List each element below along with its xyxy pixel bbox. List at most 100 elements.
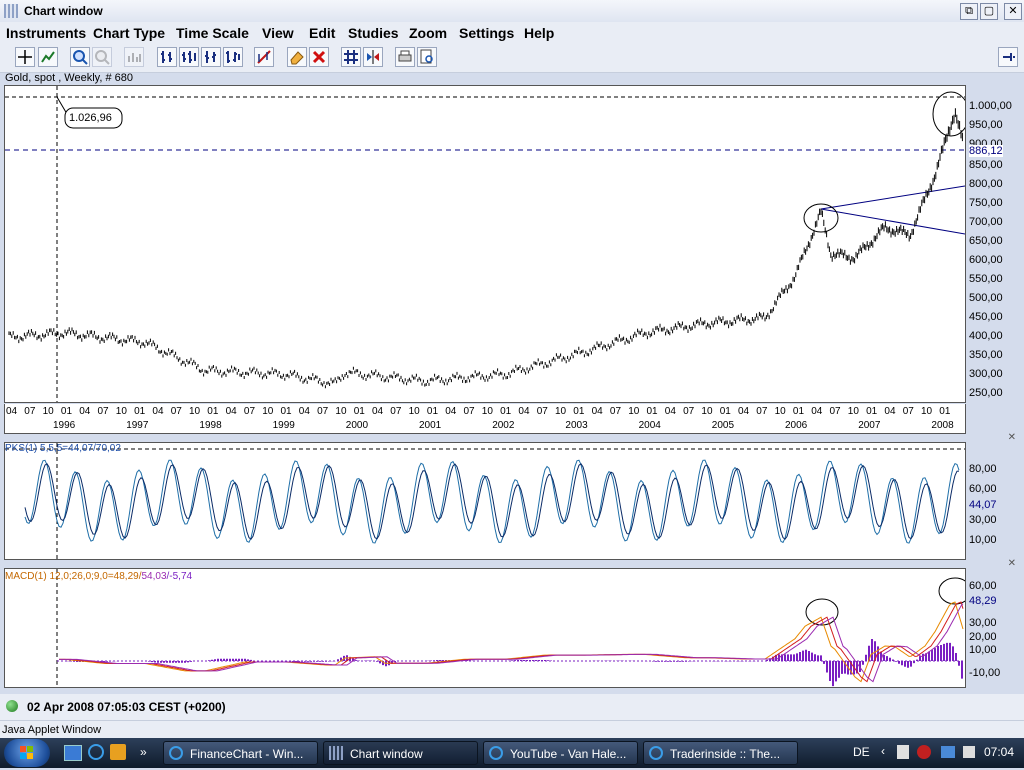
task-label: YouTube - Van Hale...: [510, 747, 627, 761]
close-icon[interactable]: ✕: [1004, 3, 1022, 20]
task-traderinside[interactable]: Traderinside :: The...: [643, 741, 798, 765]
x-month-tick: 04: [79, 406, 91, 417]
x-year-label: 2005: [711, 420, 735, 431]
price-panel[interactable]: 1.026,96: [4, 85, 966, 403]
x-month-tick: 04: [518, 406, 530, 417]
x-month-tick: 10: [262, 406, 274, 417]
x-month-tick: 10: [481, 406, 493, 417]
task-youtube[interactable]: YouTube - Van Hale...: [483, 741, 638, 765]
quicklaunch-more-icon[interactable]: »: [140, 745, 147, 759]
x-month-tick: 07: [24, 406, 36, 417]
ohlc-bars-3-icon[interactable]: [201, 47, 221, 67]
volume-tray-icon[interactable]: [963, 746, 975, 758]
price-y-tick: 550,00: [969, 273, 1003, 285]
crosshair-icon[interactable]: [15, 47, 35, 67]
x-month-tick: 01: [426, 406, 439, 417]
zoom-out-icon[interactable]: [92, 47, 112, 67]
macd-legend-main: MACD(1) 12,0;26,0;9,0=48,29/: [5, 571, 142, 582]
network-tray-icon[interactable]: [941, 746, 955, 758]
price-y-tick: 800,00: [969, 178, 1003, 190]
zoom-in-icon[interactable]: [70, 47, 90, 67]
menu-view[interactable]: View: [262, 25, 294, 41]
print-preview-icon[interactable]: [417, 47, 437, 67]
chart-tool-icon[interactable]: [38, 47, 58, 67]
x-month-tick: 04: [738, 406, 750, 417]
x-year-label: 1999: [272, 420, 295, 431]
eraser-icon[interactable]: [287, 47, 307, 67]
price-chart[interactable]: [5, 86, 965, 402]
start-button[interactable]: [4, 739, 50, 767]
flip-icon[interactable]: [363, 47, 383, 67]
x-month-tick: 04: [372, 406, 384, 417]
panel-divider[interactable]: ✕: [0, 432, 1024, 443]
task-label: Traderinside :: The...: [670, 747, 781, 761]
ohlc-bars-2-icon[interactable]: [179, 47, 199, 67]
ohlc-bars-4-icon[interactable]: [223, 47, 243, 67]
menu-settings[interactable]: Settings: [459, 25, 514, 41]
security-tray-icon[interactable]: [917, 745, 931, 759]
pks-panel[interactable]: PKS(1) 5,5,5=44,07/70,02: [4, 442, 966, 560]
price-y-tick: 250,00: [969, 387, 1003, 399]
price-y-tick: 350,00: [969, 349, 1003, 361]
pks-fast-line: [24, 459, 960, 544]
show-desktop-icon[interactable]: [64, 745, 82, 761]
menu-time-scale[interactable]: Time Scale: [176, 25, 249, 41]
maximize-icon[interactable]: ▢: [980, 3, 998, 20]
x-month-tick: 01: [207, 406, 219, 417]
clock[interactable]: 07:04: [984, 745, 1014, 759]
macd-annotation-circle: [938, 577, 965, 605]
x-month-tick: 01: [280, 406, 292, 417]
menu-help[interactable]: Help: [524, 25, 554, 41]
menu-zoom[interactable]: Zoom: [409, 25, 447, 41]
line-draw-icon[interactable]: [254, 47, 274, 67]
macd-series: [59, 601, 964, 687]
menu-bar: Instruments Chart Type Time Scale View E…: [0, 22, 1024, 44]
grid-icon[interactable]: [341, 47, 361, 67]
x-month-tick: 10: [555, 406, 567, 417]
ie-icon: [169, 746, 183, 760]
menu-studies[interactable]: Studies: [348, 25, 399, 41]
print-icon[interactable]: [395, 47, 415, 67]
java-tray-icon[interactable]: [897, 745, 909, 759]
pin-icon[interactable]: [998, 47, 1018, 67]
status-bar: 02 Apr 2008 07:05:03 CEST (+0200): [0, 694, 1024, 720]
pks-chart[interactable]: [5, 443, 965, 559]
menu-chart-type[interactable]: Chart Type: [93, 25, 165, 41]
x-month-tick: 04: [298, 406, 310, 417]
macd-panel[interactable]: MACD(1) 12,0;26,0;9,0=48,29/54,03/-5,74: [4, 568, 966, 688]
price-y-tick: 400,00: [969, 330, 1003, 342]
pks-y-tick: 80,00: [969, 463, 997, 475]
task-financechart[interactable]: FinanceChart - Win...: [163, 741, 318, 765]
macd-current-label: 48,29: [969, 595, 997, 607]
x-year-label: 2004: [638, 420, 661, 431]
macd-y-tick: 60,00: [969, 580, 997, 592]
x-month-tick: 10: [335, 406, 347, 417]
menu-instruments[interactable]: Instruments: [6, 25, 86, 41]
x-year-label: 1996: [53, 420, 76, 431]
price-y-tick: 650,00: [969, 235, 1003, 247]
x-month-tick: 04: [445, 406, 457, 417]
x-month-tick: 07: [170, 406, 182, 417]
delete-icon[interactable]: [309, 47, 329, 67]
restore-icon[interactable]: ⧉: [960, 3, 978, 20]
tray-expand-icon[interactable]: ‹: [881, 744, 885, 758]
ie-quicklaunch-icon[interactable]: [88, 744, 104, 760]
x-year-label: 2008: [931, 420, 954, 431]
x-month-tick: 01: [646, 406, 658, 417]
ohlc-bars-icon[interactable]: [157, 47, 177, 67]
bar-chart-icon[interactable]: [124, 47, 144, 67]
macd-chart[interactable]: [5, 569, 965, 687]
trendline-upper: [820, 185, 965, 210]
time-x-axis: 04 07 10 01 04 07 10 01 04 07 10 01 04 07 10 01 04 07 10 01…: [4, 404, 966, 434]
panel-divider[interactable]: ✕: [0, 558, 1024, 569]
applet-label: Java Applet Window: [2, 724, 102, 736]
x-month-tick: 01: [60, 406, 73, 417]
price-y-tick: 850,00: [969, 159, 1003, 171]
task-chart-window[interactable]: Chart window: [323, 741, 478, 765]
window-title: Chart window: [24, 4, 103, 18]
x-month-tick: 10: [115, 406, 127, 417]
menu-edit[interactable]: Edit: [309, 25, 335, 41]
price-y-tick: 450,00: [969, 311, 1003, 323]
language-indicator[interactable]: DE: [853, 745, 870, 759]
media-player-icon[interactable]: [110, 744, 126, 760]
